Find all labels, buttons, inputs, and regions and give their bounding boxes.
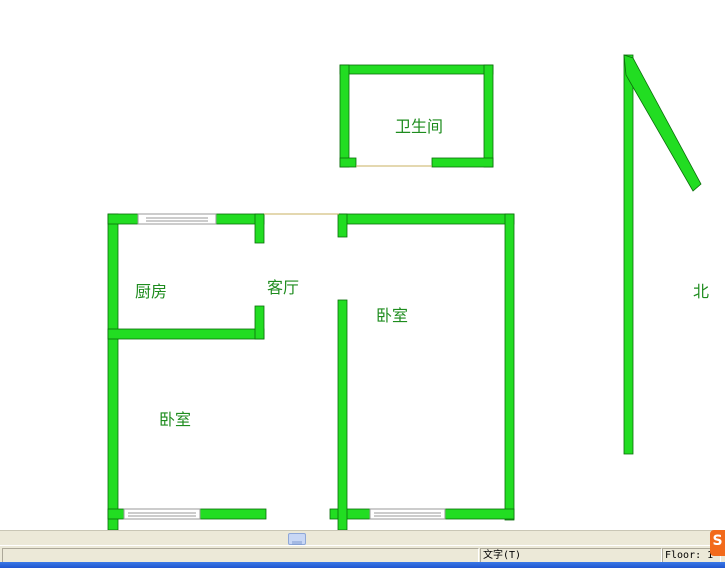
outer-wall-left xyxy=(107,213,119,531)
room-label-kitchen: 厨房 xyxy=(135,282,168,301)
bedroom-wall-left-upper xyxy=(337,213,348,238)
bottom-wall-mid xyxy=(329,508,371,520)
window-top xyxy=(137,213,217,225)
bottom-wall-left-a xyxy=(107,508,125,520)
status-mode: 文字(T) xyxy=(480,548,662,563)
compass-shaft xyxy=(623,54,634,455)
bathroom-wall-top xyxy=(339,64,494,75)
window-bottom-right xyxy=(369,508,446,520)
floorplan-canvas[interactable]: 卫生间 厨房 客厅 卧室 卧室 北 xyxy=(0,0,725,531)
bottom-wall-right xyxy=(444,508,515,520)
taskbar xyxy=(0,562,725,568)
outer-wall-right xyxy=(504,213,515,521)
bathroom-wall-right xyxy=(483,64,494,168)
kitchen-wall-bottom xyxy=(107,328,265,340)
floorplan-drawing xyxy=(107,54,702,531)
room-label-bedroom-left: 卧室 xyxy=(159,410,192,429)
bathroom-wall-left xyxy=(339,64,350,168)
kitchen-wall-right-upper xyxy=(254,213,265,244)
compass-head xyxy=(623,54,702,192)
room-label-living-room: 客厅 xyxy=(267,278,300,297)
app-logo-icon[interactable]: S xyxy=(710,530,725,556)
status-pane-main xyxy=(2,548,479,563)
kitchen-wall-right-lower xyxy=(254,305,265,340)
window-bottom-left xyxy=(123,508,201,520)
horizontal-scrollbar[interactable] xyxy=(0,530,725,547)
compass-label-north: 北 xyxy=(693,282,710,301)
room-label-bathroom: 卫生间 xyxy=(395,117,444,136)
bathroom-wall-bottom-right xyxy=(431,157,494,168)
room-label-bedroom-right: 卧室 xyxy=(376,306,409,325)
top-wall-left-a xyxy=(107,213,139,225)
bathroom-wall-bottom-left xyxy=(339,157,357,168)
bottom-wall-left-b xyxy=(199,508,267,520)
top-wall-right xyxy=(338,213,515,225)
scrollbar-thumb[interactable] xyxy=(288,533,306,547)
status-bar: 文字(T) Floor: 1 xyxy=(0,545,725,563)
bedroom-wall-left-lower xyxy=(337,299,348,531)
